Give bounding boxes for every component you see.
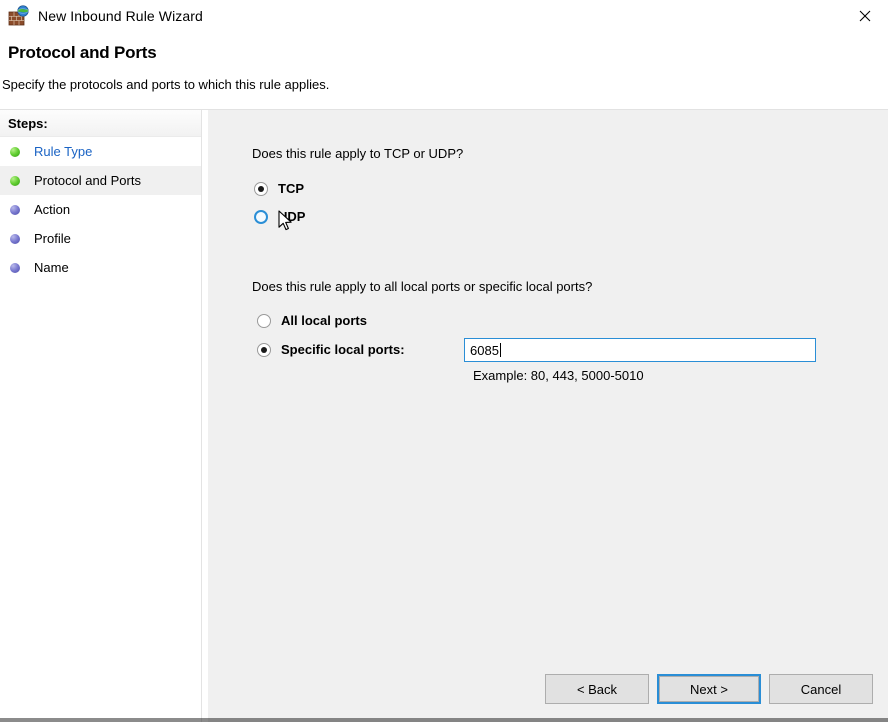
steps-sidebar: Steps: Rule Type Protocol and Ports Acti… <box>0 110 202 722</box>
wizard-button-bar: < Back Next > Cancel <box>208 674 888 706</box>
window-title: New Inbound Rule Wizard <box>38 8 203 24</box>
step-bullet-icon <box>10 175 20 186</box>
step-bullet-icon <box>10 146 20 157</box>
sidebar-item-label: Name <box>34 260 69 275</box>
sidebar-item-action[interactable]: Action <box>0 195 201 224</box>
page-header: Protocol and Ports Specify the protocols… <box>0 32 888 110</box>
title-bar: New Inbound Rule Wizard <box>0 0 888 32</box>
radio-option-all-local-ports[interactable]: All local ports <box>257 313 367 328</box>
ports-example-hint: Example: 80, 443, 5000-5010 <box>473 368 644 383</box>
step-bullet-icon <box>10 204 20 215</box>
radio-option-specific-local-ports[interactable]: Specific local ports: <box>257 342 405 357</box>
sidebar-item-rule-type[interactable]: Rule Type <box>0 137 201 166</box>
firewall-brick-wall-globe-icon <box>8 5 30 27</box>
cancel-button[interactable]: Cancel <box>769 674 873 704</box>
radio-udp-icon[interactable] <box>254 209 268 224</box>
ports-question-label: Does this rule apply to all local ports … <box>252 279 593 294</box>
background-window-sliver <box>0 718 888 722</box>
next-button[interactable]: Next > <box>657 674 761 704</box>
sidebar-item-profile[interactable]: Profile <box>0 224 201 253</box>
radio-option-tcp[interactable]: TCP <box>254 181 304 196</box>
steps-heading: Steps: <box>8 115 48 131</box>
radio-all-local-ports-label: All local ports <box>281 313 367 328</box>
sidebar-item-name[interactable]: Name <box>0 253 201 282</box>
radio-udp-label: UDP <box>278 209 306 224</box>
text-caret <box>499 343 501 357</box>
close-icon <box>859 10 871 21</box>
radio-all-local-ports-icon[interactable] <box>257 313 271 328</box>
radio-specific-local-ports-icon[interactable] <box>257 342 271 357</box>
sidebar-item-label: Protocol and Ports <box>34 173 141 188</box>
main-content-panel: Does this rule apply to TCP or UDP? TCP … <box>208 110 888 722</box>
sidebar-item-label: Profile <box>34 231 71 246</box>
steps-header: Steps: <box>0 110 201 137</box>
radio-option-udp[interactable]: UDP <box>254 209 305 224</box>
protocol-question-label: Does this rule apply to TCP or UDP? <box>252 146 464 161</box>
next-button-label: Next > <box>659 676 759 702</box>
step-bullet-icon <box>10 262 20 273</box>
radio-tcp-label: TCP <box>278 181 304 196</box>
page-subtitle: Specify the protocols and ports to which… <box>2 77 330 92</box>
specific-ports-input[interactable]: 6085 <box>464 338 816 362</box>
radio-specific-local-ports-label: Specific local ports: <box>281 342 405 357</box>
sidebar-item-label: Rule Type <box>34 144 93 159</box>
back-button[interactable]: < Back <box>545 674 649 704</box>
radio-tcp-icon[interactable] <box>254 181 268 196</box>
sidebar-item-protocol-and-ports[interactable]: Protocol and Ports <box>0 166 201 195</box>
step-bullet-icon <box>10 233 20 244</box>
sidebar-item-label: Action <box>34 202 71 217</box>
close-button[interactable] <box>842 0 888 31</box>
specific-ports-input-value: 6085 <box>470 342 499 358</box>
page-title: Protocol and Ports <box>8 43 157 62</box>
